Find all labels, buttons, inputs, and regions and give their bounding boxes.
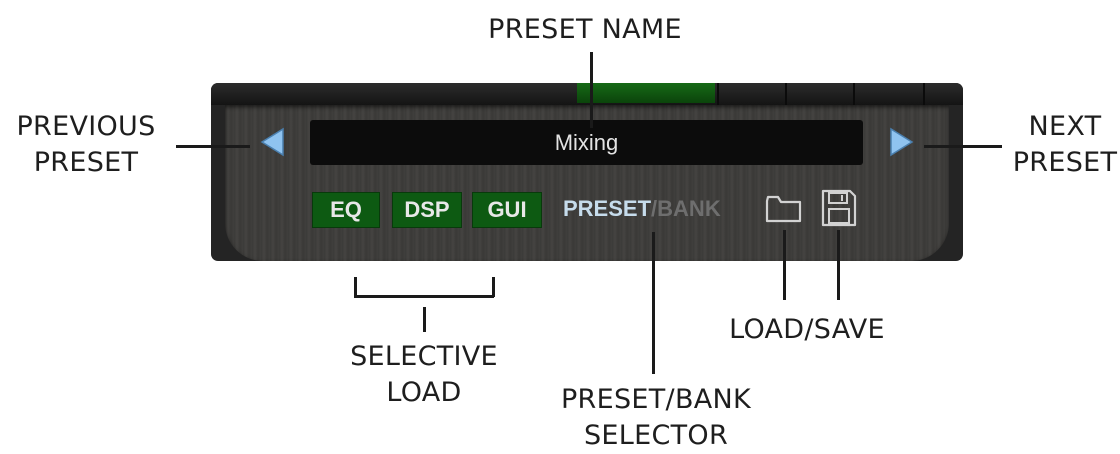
top-strip-active-segment — [577, 83, 715, 103]
callout-load-save: LOAD/SAVE — [729, 314, 885, 345]
floppy-disk-icon — [821, 189, 857, 227]
load-button[interactable] — [764, 193, 804, 225]
bank-option[interactable]: BANK — [657, 196, 721, 222]
bracket-bottom — [354, 295, 494, 298]
preset-option[interactable]: PRESET — [563, 196, 651, 222]
left-arrow-icon — [260, 127, 284, 157]
dsp-load-toggle[interactable]: DSP — [392, 192, 462, 228]
save-button[interactable] — [820, 188, 858, 228]
preset-name-display[interactable]: Mixing — [310, 120, 863, 165]
eq-label: EQ — [330, 197, 362, 222]
leader-preset-bank-selector — [652, 232, 655, 374]
dsp-label: DSP — [404, 197, 450, 222]
gui-load-toggle[interactable]: GUI — [472, 192, 542, 228]
top-strip-divider — [853, 83, 855, 105]
bracket-left — [354, 277, 357, 297]
next-preset-button[interactable] — [887, 127, 915, 157]
folder-icon — [765, 195, 802, 223]
leader-next-preset — [924, 145, 1002, 148]
leader-preset-name — [590, 52, 593, 128]
callout-next-preset: NEXT PRESET — [1012, 111, 1118, 178]
callout-preset-bank-selector: PRESET/BANK SELECTOR — [560, 384, 752, 451]
callout-preset-name: PRESET NAME — [488, 14, 682, 45]
top-strip-divider — [717, 83, 719, 105]
preset-name-text: Mixing — [554, 129, 619, 155]
leader-previous-preset — [176, 145, 250, 148]
preset-panel: Mixing EQ DSP GUI PRESET / BANK — [211, 83, 963, 261]
callout-selective-load: SELECTIVE LOAD — [350, 341, 498, 408]
right-arrow-icon — [890, 127, 914, 157]
top-strip-divider — [785, 83, 787, 105]
bracket-stem — [423, 307, 426, 332]
gui-label: GUI — [487, 197, 527, 222]
preset-bank-selector: PRESET / BANK — [563, 192, 721, 226]
callout-previous-preset: PREVIOUS PRESET — [16, 111, 156, 178]
leader-load — [783, 230, 786, 300]
leader-save — [837, 230, 840, 300]
eq-load-toggle[interactable]: EQ — [312, 192, 380, 228]
bracket-right — [492, 277, 495, 297]
top-strip-divider — [923, 83, 925, 105]
previous-preset-button[interactable] — [259, 127, 287, 157]
